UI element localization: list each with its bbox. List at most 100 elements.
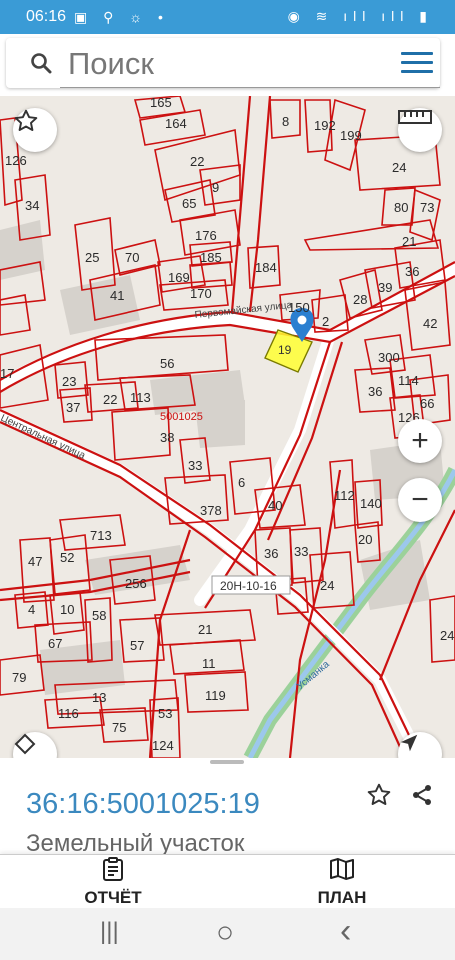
- map-canvas[interactable]: 1651641268 1921992422934 6517680 7325 70 1851…: [0, 96, 455, 758]
- recent-apps-button[interactable]: |||: [100, 918, 119, 946]
- parcel-number: 300: [378, 350, 400, 365]
- parcel-number: 9: [212, 180, 219, 195]
- parcel-number: 79: [12, 670, 26, 685]
- parcel-number: 36: [264, 546, 278, 561]
- plan-tab-label: ПЛАН: [317, 888, 367, 907]
- parcel-number: 713: [90, 528, 112, 543]
- street-label-tsentralnaya: Центральная улица: [0, 413, 87, 462]
- parcel-number: 185: [200, 250, 222, 265]
- parcel-number: 11: [202, 656, 216, 671]
- bottom-navigation: ОТЧЁТ ПЛАН: [0, 854, 455, 909]
- parcel-number: 41: [110, 288, 124, 303]
- parcel-number: 80: [394, 200, 408, 215]
- plan-tab[interactable]: ПЛАН: [282, 857, 402, 908]
- parcel-number: 13: [92, 690, 106, 705]
- parcel-number: 42: [423, 316, 437, 331]
- parcel-number: 116: [58, 706, 79, 721]
- plus-icon: +: [411, 424, 429, 457]
- home-button[interactable]: ○: [216, 916, 234, 950]
- parcel-number: 256: [125, 576, 147, 591]
- cadastral-map[interactable]: 165 164 126 8 192 199 24 22 9 34 65 176 80 73 25 70 185 1…: [0, 96, 455, 758]
- parcel-number: 2: [322, 314, 329, 329]
- parcel-number: 28: [353, 292, 367, 307]
- parcel-number: 176: [195, 228, 217, 243]
- parcel-number: 25: [85, 250, 99, 265]
- parcel-number: 52: [60, 550, 74, 565]
- report-tab-label: ОТЧЁТ: [84, 888, 142, 907]
- zoom-out-button[interactable]: −: [398, 478, 442, 522]
- parcel-number: 21: [198, 622, 212, 637]
- parcel-number: 10: [60, 602, 74, 617]
- parcel-number: 37: [66, 400, 80, 415]
- zoom-in-button[interactable]: +: [398, 419, 442, 463]
- favorite-star-icon[interactable]: [366, 782, 392, 808]
- parcel-number: 24: [392, 160, 406, 175]
- parcel-number: 53: [158, 706, 172, 721]
- parcel-number: 378: [200, 503, 222, 518]
- parcel-number: 6: [238, 475, 245, 490]
- parcel-number: 70: [125, 250, 139, 265]
- back-button[interactable]: ‹: [340, 912, 351, 951]
- road-label: 20Н-10-16: [220, 579, 277, 593]
- cadastral-number: 36:16:5001025:19: [26, 788, 260, 820]
- parcel-number: 140: [360, 496, 382, 511]
- parcel-number: 20: [358, 532, 372, 547]
- map-icon: [330, 858, 354, 880]
- report-tab[interactable]: ОТЧЁТ: [53, 857, 173, 908]
- block-label: 5001025: [160, 411, 203, 423]
- search-icon: [31, 53, 52, 74]
- parcel-number: 199: [340, 128, 362, 143]
- parcel-number: 112: [334, 488, 355, 503]
- parcel-number: 36: [368, 384, 382, 399]
- parcel-number: 17: [0, 366, 14, 381]
- parcel-number: 38: [160, 430, 174, 445]
- system-status-icons: ◉ ≋ ıll ıll ▮: [287, 8, 433, 24]
- selected-parcel-label: 19: [278, 343, 292, 357]
- parcel-number: 36: [405, 264, 419, 279]
- parcel-number: 33: [188, 458, 202, 473]
- parcel-number: 56: [160, 356, 174, 371]
- parcel-number: 33: [294, 544, 308, 559]
- parcel-number: 23: [62, 374, 76, 389]
- layers-icon: [14, 733, 36, 755]
- parcel-number: 24: [320, 578, 334, 593]
- parcel-number: 192: [314, 118, 336, 133]
- parcel-number: 73: [420, 200, 434, 215]
- parcel-number: 119: [205, 688, 226, 703]
- parcel-number: 4: [28, 602, 35, 617]
- parcel-number: 57: [130, 638, 144, 653]
- menu-icon[interactable]: [401, 52, 433, 76]
- parcel-number: 34: [25, 198, 39, 213]
- parcel-number: 75: [112, 720, 126, 735]
- android-navigation-bar: ||| ○ ‹: [0, 908, 455, 960]
- status-time: 06:16: [26, 8, 67, 25]
- parcel-number: 170: [190, 286, 212, 301]
- parcel-number: 65: [182, 196, 196, 211]
- parcel-info-sheet[interactable]: 36:16:5001025:19 Земельный участок: [0, 758, 455, 857]
- parcel-number: 22: [190, 154, 204, 169]
- parcel-number: 169: [168, 270, 190, 285]
- ruler-button[interactable]: [398, 108, 442, 152]
- parcel-number: 8: [282, 114, 289, 129]
- top-bar: Поиск: [0, 34, 455, 96]
- sheet-drag-handle[interactable]: [210, 760, 244, 764]
- parcel-number: 124: [152, 738, 174, 753]
- parcel-number: 114: [398, 373, 419, 388]
- ruler-icon: [398, 110, 432, 124]
- notification-icons: ▣ ⚲ ☼ •: [74, 8, 169, 25]
- parcel-number: 40: [268, 498, 282, 513]
- parcel-number: 165: [150, 96, 172, 110]
- parcel-number: 24: [440, 628, 454, 643]
- favorite-layer-button[interactable]: [13, 108, 57, 152]
- parcel-number: 67: [48, 636, 62, 651]
- share-icon[interactable]: [410, 782, 434, 808]
- search-input[interactable]: Поиск: [68, 46, 154, 82]
- parcel-number: 164: [165, 116, 187, 131]
- navigation-arrow-icon: [400, 734, 418, 752]
- parcel-number: 126: [5, 153, 27, 168]
- parcel-number: 58: [92, 608, 106, 623]
- search-box[interactable]: Поиск: [6, 38, 440, 88]
- status-bar: 06:16 ▣ ⚲ ☼ • ◉ ≋ ıll ıll ▮: [0, 0, 455, 34]
- parcel-number: 22: [103, 392, 117, 407]
- clipboard-icon: [103, 857, 123, 881]
